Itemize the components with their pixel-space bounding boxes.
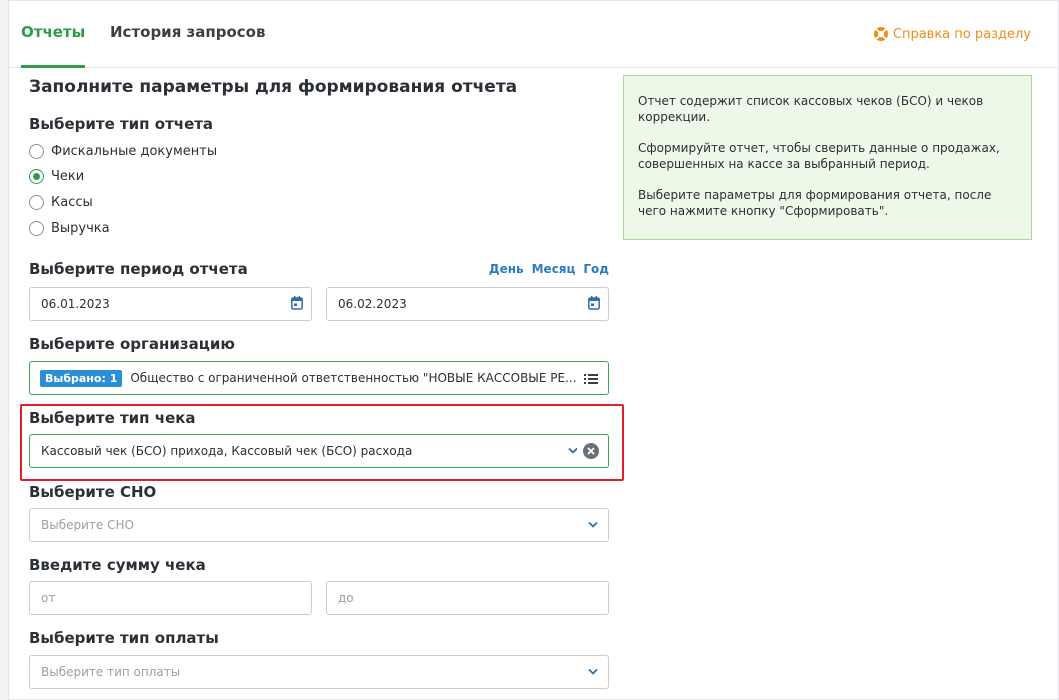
tab-bar: Отчеты История запросов Справка по разде… [9,1,1058,68]
sno-label: Выберите СНО [29,483,157,501]
radio-revenue[interactable]: Выручка [29,221,110,236]
chevron-down-icon[interactable] [588,521,598,529]
clear-icon[interactable] [583,443,599,459]
selected-count-badge: Выбрано: 1 [40,369,123,387]
period-day-link[interactable]: День [489,262,524,276]
info-paragraph: Отчет содержит список кассовых чеков (БС… [638,94,984,124]
sno-placeholder: Выберите СНО [41,518,134,532]
period-label: Выберите период отчета [29,260,248,278]
payment-type-label: Выберите тип оплаты [29,629,219,647]
radio-label: Фискальные документы [51,144,218,159]
report-type-label: Выберите тип отчета [29,115,214,133]
calendar-icon[interactable] [291,296,303,310]
amount-to-placeholder: до [338,591,354,605]
date-from-input[interactable]: 06.01.2023 [29,287,312,321]
calendar-icon[interactable] [588,296,600,310]
form-title: Заполните параметры для формирования отч… [29,77,518,97]
period-shortcuts: День Месяц Год [489,262,609,276]
radio-button[interactable] [29,195,44,210]
radio-cash-registers[interactable]: Кассы [29,195,93,210]
info-paragraph: Сформируйте отчет, чтобы сверить данные … [638,141,1000,171]
help-link-label: Справка по разделу [892,26,1031,42]
radio-receipts[interactable]: Чеки [29,169,84,184]
date-to-value: 06.02.2023 [338,297,407,311]
organization-value: Общество с ограниченной ответственностью… [130,371,577,385]
radio-button-selected[interactable] [29,169,44,184]
amount-to-input[interactable]: до [326,581,609,615]
organization-label: Выберите организацию [29,335,235,353]
lifebuoy-icon [873,27,888,41]
chevron-down-icon[interactable] [568,447,578,455]
radio-fiscal-documents[interactable]: Фискальные документы [29,144,217,159]
receipt-type-label: Выберите тип чека [29,409,196,427]
period-year-link[interactable]: Год [583,262,609,276]
date-from-value: 06.01.2023 [41,297,110,311]
period-month-link[interactable]: Месяц [532,262,576,276]
radio-label: Кассы [51,195,93,210]
tab-reports[interactable]: Отчеты [21,23,86,68]
payment-type-placeholder: Выберите тип оплаты [41,665,181,679]
amount-label: Введите сумму чека [29,556,206,574]
reports-card: Отчеты История запросов Справка по разде… [8,0,1059,700]
chevron-down-icon[interactable] [588,668,598,676]
radio-label: Чеки [51,169,85,184]
date-to-input[interactable]: 06.02.2023 [326,287,609,321]
radio-label: Выручка [51,221,110,236]
info-paragraph: Выберите параметры для формирования отче… [638,188,992,218]
radio-button[interactable] [29,221,44,236]
sno-select[interactable]: Выберите СНО [29,508,609,542]
receipt-type-value: Кассовый чек (БСО) прихода, Кассовый чек… [41,444,413,458]
receipt-type-select[interactable]: Кассовый чек (БСО) прихода, Кассовый чек… [29,434,609,468]
info-panel: Отчет содержит список кассовых чеков (БС… [623,75,1032,240]
list-icon[interactable] [584,373,598,385]
payment-type-select[interactable]: Выберите тип оплаты [29,655,609,689]
tab-request-history[interactable]: История запросов [110,23,265,41]
amount-from-placeholder: от [41,591,56,605]
amount-from-input[interactable]: от [29,581,312,615]
help-link[interactable]: Справка по разделу [873,26,1031,42]
organization-select[interactable]: Выбрано: 1 Общество с ограниченной ответ… [29,361,609,395]
radio-button[interactable] [29,144,44,159]
